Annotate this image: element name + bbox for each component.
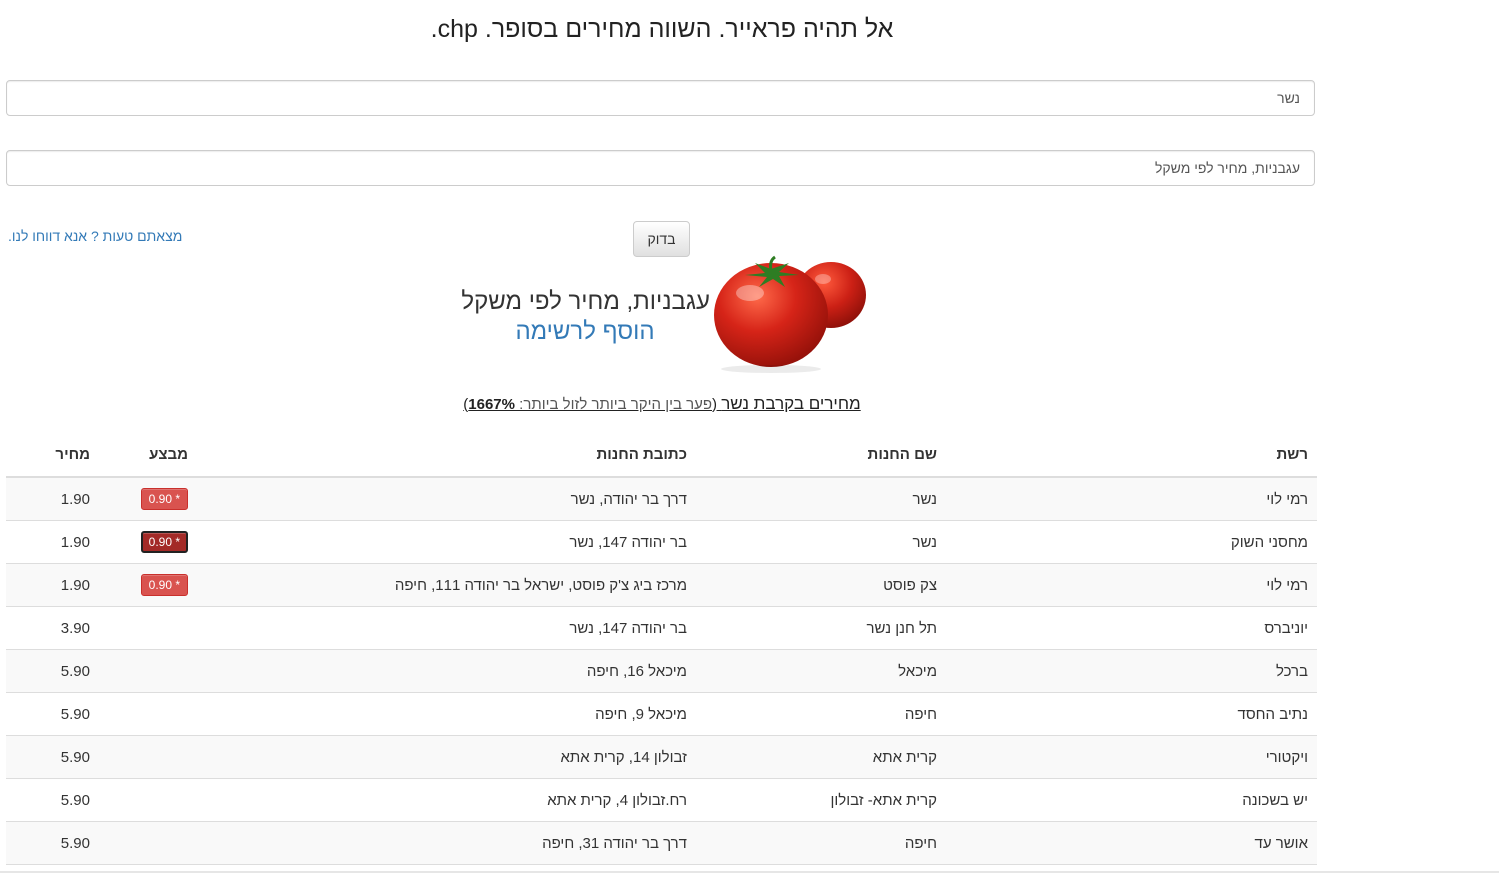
table-row: ברכל מיכאל מיכאל 16, חיפה 5.90: [6, 649, 1317, 693]
column-header-chain[interactable]: רשת: [946, 432, 1317, 478]
price-gap-label: פער בין היקר ביותר לזול ביותר:: [515, 396, 713, 413]
product-search-input[interactable]: [6, 150, 1315, 186]
add-to-list-link[interactable]: הוסף לרשימה: [440, 318, 730, 346]
cell-store: נשר: [696, 520, 946, 564]
cell-store: מיכאל: [696, 649, 946, 693]
price-gap: (פער בין היקר ביותר לזול ביותר: 1667%): [463, 396, 721, 413]
cell-address: דרך בר יהודה, נשר: [197, 476, 696, 521]
cell-store: חיפה: [696, 821, 946, 865]
cell-price: 1.90: [6, 476, 99, 521]
price-gap-value: 1667%: [468, 396, 515, 413]
promo-badge[interactable]: 0.90 *: [140, 574, 188, 596]
cell-address: מרכז ביג צ'ק פוסט, ישראל בר יהודה 111, ח…: [197, 563, 696, 607]
cell-promo: [99, 778, 197, 822]
cell-promo: [99, 735, 197, 779]
cell-promo: 0.90 *: [99, 520, 197, 564]
cell-address: זבולון 14, קרית אתא: [197, 735, 696, 779]
promo-badge[interactable]: 0.90 *: [140, 531, 188, 553]
cell-store: חיפה: [696, 692, 946, 736]
table-header-row: רשת שם החנות כתובת החנות מבצע מחיר: [6, 432, 1317, 478]
column-header-price[interactable]: מחיר: [6, 432, 99, 478]
cell-address: בר יהודה 147, נשר: [197, 606, 696, 650]
cell-promo: 0.90 *: [99, 476, 197, 521]
prices-heading-main: מחירים בקרבת נשר: [721, 394, 861, 413]
cell-promo: [99, 692, 197, 736]
table-row: רמי לוי צק פוסט מרכז ביג צ'ק פוסט, ישראל…: [6, 563, 1317, 607]
table-row: ויקטורי קרית אתא זבולון 14, קרית אתא 5.9…: [6, 735, 1317, 779]
cell-address: מיכאל 9, חיפה: [197, 692, 696, 736]
page-title: אל תהיה פראייר. השווה מחירים בסופר. chp.: [430, 15, 894, 43]
check-button[interactable]: בדוק: [633, 221, 690, 257]
report-error-link[interactable]: מצאתם טעות ? אנא דווחו לנו.: [8, 228, 182, 244]
cell-chain: יש בשכונה: [946, 778, 1317, 822]
column-header-promo[interactable]: מבצע: [99, 432, 197, 478]
price-gap-open: (: [712, 396, 722, 413]
cell-price: 3.90: [6, 606, 99, 650]
cell-address: רח.זבולון 4, קרית אתא: [197, 778, 696, 822]
column-header-store[interactable]: שם החנות: [696, 432, 946, 478]
cell-price: 5.90: [6, 821, 99, 865]
cell-chain: רמי לוי: [946, 476, 1317, 521]
tomato-image: [714, 255, 866, 373]
table-row: מחסני השוק נשר בר יהודה 147, נשר 0.90 * …: [6, 520, 1317, 564]
bottom-divider: [0, 871, 1499, 873]
cell-promo: 0.90 *: [99, 563, 197, 607]
table-row: נתיב החסד חיפה מיכאל 9, חיפה 5.90: [6, 692, 1317, 736]
cell-address: בר יהודה 147, נשר: [197, 520, 696, 564]
prices-table: רשת שם החנות כתובת החנות מבצע מחיר רמי ל…: [6, 432, 1317, 865]
cell-chain: רמי לוי: [946, 563, 1317, 607]
cell-chain: אושר עד: [946, 821, 1317, 865]
cell-promo: [99, 649, 197, 693]
cell-price: 5.90: [6, 692, 99, 736]
prices-heading: מחירים בקרבת נשר (פער בין היקר ביותר לזו…: [0, 394, 1324, 414]
cell-address: דרך בר יהודה 31, חיפה: [197, 821, 696, 865]
cell-chain: מחסני השוק: [946, 520, 1317, 564]
cell-store: תל חנן נשר: [696, 606, 946, 650]
cell-price: 5.90: [6, 778, 99, 822]
cell-price: 5.90: [6, 649, 99, 693]
table-row: אושר עד חיפה דרך בר יהודה 31, חיפה 5.90: [6, 821, 1317, 865]
table-row: יוניברס תל חנן נשר בר יהודה 147, נשר 3.9…: [6, 606, 1317, 650]
cell-price: 5.90: [6, 735, 99, 779]
cell-address: מיכאל 16, חיפה: [197, 649, 696, 693]
cell-chain: ברכל: [946, 649, 1317, 693]
column-header-address[interactable]: כתובת החנות: [197, 432, 696, 478]
cell-chain: נתיב החסד: [946, 692, 1317, 736]
table-row: רמי לוי נשר דרך בר יהודה, נשר 0.90 * 1.9…: [6, 476, 1317, 521]
cell-promo: [99, 606, 197, 650]
cell-price: 1.90: [6, 563, 99, 607]
cell-promo: [99, 821, 197, 865]
city-input[interactable]: [6, 80, 1315, 116]
table-row: יש בשכונה קרית אתא- זבולון רח.זבולון 4, …: [6, 778, 1317, 822]
cell-price: 1.90: [6, 520, 99, 564]
promo-badge[interactable]: 0.90 *: [140, 488, 188, 510]
cell-store: קרית אתא: [696, 735, 946, 779]
cell-store: קרית אתא- זבולון: [696, 778, 946, 822]
cell-chain: ויקטורי: [946, 735, 1317, 779]
cell-store: נשר: [696, 476, 946, 521]
product-name: עגבניות, מחיר לפי משקל: [461, 288, 710, 315]
cell-chain: יוניברס: [946, 606, 1317, 650]
cell-store: צק פוסט: [696, 563, 946, 607]
